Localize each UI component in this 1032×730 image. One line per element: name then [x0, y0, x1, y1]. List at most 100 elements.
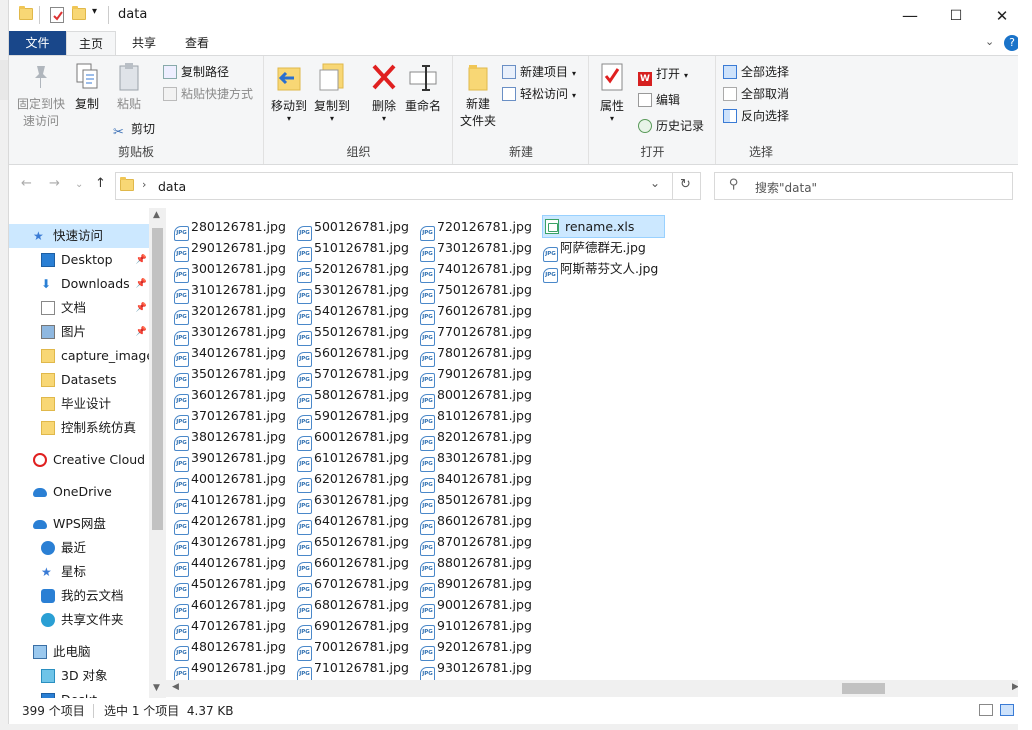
tab-share[interactable]: 共享: [121, 31, 167, 55]
file-item[interactable]: JPG 700126781.jpg: [297, 636, 409, 661]
file-item[interactable]: JPG 690126781.jpg: [297, 615, 409, 640]
sidebar-item[interactable]: ★ 快速访问: [9, 224, 149, 248]
tab-view[interactable]: 查看: [173, 31, 221, 55]
file-item[interactable]: JPG 阿斯蒂芬文人.jpg: [543, 258, 664, 283]
file-item[interactable]: JPG 530126781.jpg: [297, 279, 409, 304]
move-to-button[interactable]: 移动到 ▾: [269, 62, 309, 123]
cut-button[interactable]: ✂ 剪切: [113, 119, 155, 140]
properties-icon[interactable]: [50, 7, 64, 23]
forward-arrow-icon[interactable]: →: [49, 176, 60, 191]
copy-button[interactable]: 复制: [71, 62, 103, 113]
copy-to-button[interactable]: 复制到 ▾: [311, 62, 353, 123]
file-item[interactable]: JPG 720126781.jpg: [420, 216, 532, 241]
file-item[interactable]: JPG 310126781.jpg: [174, 279, 286, 304]
file-item[interactable]: JPG 560126781.jpg: [297, 342, 409, 367]
new-folder-quick-icon[interactable]: [72, 6, 86, 20]
file-item[interactable]: JPG 670126781.jpg: [297, 573, 409, 598]
easy-access-button[interactable]: 轻松访问 ▾: [502, 84, 576, 104]
search-input[interactable]: ⚲ 搜索"data": [714, 172, 1013, 200]
sidebar-item[interactable]: Datasets: [9, 368, 149, 392]
select-all-button[interactable]: 全部选择: [723, 62, 789, 82]
file-item[interactable]: JPG 350126781.jpg: [174, 363, 286, 388]
file-item[interactable]: JPG 820126781.jpg: [420, 426, 532, 451]
file-item[interactable]: JPG 880126781.jpg: [420, 552, 532, 577]
file-item[interactable]: JPG 410126781.jpg: [174, 489, 286, 514]
file-item[interactable]: JPG 730126781.jpg: [420, 237, 532, 262]
paste-button[interactable]: 粘贴: [113, 62, 145, 113]
new-folder-button[interactable]: 新建 文件夹: [458, 62, 498, 130]
sidebar-item[interactable]: 我的云文档: [9, 584, 149, 608]
nav-scrollbar[interactable]: ▲ ▼: [149, 208, 166, 698]
file-item[interactable]: JPG 800126781.jpg: [420, 384, 532, 409]
refresh-icon[interactable]: ↻: [680, 177, 691, 192]
new-item-button[interactable]: 新建项目 ▾: [502, 62, 576, 82]
file-item[interactable]: JPG 920126781.jpg: [420, 636, 532, 661]
file-item[interactable]: JPG 500126781.jpg: [297, 216, 409, 241]
back-arrow-icon[interactable]: ←: [21, 176, 32, 191]
file-item[interactable]: JPG 900126781.jpg: [420, 594, 532, 619]
file-item[interactable]: JPG 330126781.jpg: [174, 321, 286, 346]
file-item[interactable]: JPG 620126781.jpg: [297, 468, 409, 493]
select-none-button[interactable]: 全部取消: [723, 84, 789, 104]
sidebar-item[interactable]: Deskt: [9, 688, 149, 698]
file-item[interactable]: JPG 680126781.jpg: [297, 594, 409, 619]
file-item[interactable]: JPG 790126781.jpg: [420, 363, 532, 388]
file-item[interactable]: JPG 930126781.jpg: [420, 657, 532, 680]
file-item[interactable]: JPG 阿萨德群无.jpg: [543, 237, 664, 262]
file-item[interactable]: JPG 550126781.jpg: [297, 321, 409, 346]
chevron-down-icon[interactable]: ⌄: [650, 176, 660, 190]
file-item[interactable]: JPG 430126781.jpg: [174, 531, 286, 556]
properties-button[interactable]: 属性 ▾: [594, 62, 630, 123]
sidebar-item[interactable]: capture_image: [9, 344, 149, 368]
file-item[interactable]: JPG 610126781.jpg: [297, 447, 409, 472]
file-item[interactable]: JPG 360126781.jpg: [174, 384, 286, 409]
file-item[interactable]: JPG 660126781.jpg: [297, 552, 409, 577]
paste-shortcut-button[interactable]: 粘贴快捷方式: [163, 84, 253, 104]
file-item[interactable]: JPG 840126781.jpg: [420, 468, 532, 493]
file-item[interactable]: JPG 290126781.jpg: [174, 237, 286, 262]
file-item[interactable]: JPG 830126781.jpg: [420, 447, 532, 472]
sidebar-item[interactable]: Desktop 📌: [9, 248, 149, 272]
file-item[interactable]: JPG 280126781.jpg: [174, 216, 286, 241]
scroll-down-icon[interactable]: ▼: [153, 683, 160, 693]
sidebar-item[interactable]: ⬇ Downloads 📌: [9, 272, 149, 296]
file-item[interactable]: JPG 380126781.jpg: [174, 426, 286, 451]
file-item[interactable]: JPG 480126781.jpg: [174, 636, 286, 661]
pin-quick-access-button[interactable]: 固定到快 速访问: [13, 62, 69, 130]
chevron-down-icon[interactable]: ▾: [92, 6, 97, 17]
file-item[interactable]: JPG 780126781.jpg: [420, 342, 532, 367]
address-bar[interactable]: › data ⌄ ↻: [115, 172, 701, 200]
file-item[interactable]: JPG 460126781.jpg: [174, 594, 286, 619]
history-button[interactable]: 历史记录: [638, 116, 704, 136]
file-item[interactable]: rename.xls: [542, 215, 665, 238]
file-item[interactable]: JPG 590126781.jpg: [297, 405, 409, 430]
file-item[interactable]: JPG 810126781.jpg: [420, 405, 532, 430]
minimize-button[interactable]: —: [887, 0, 933, 31]
file-item[interactable]: JPG 540126781.jpg: [297, 300, 409, 325]
file-item[interactable]: JPG 320126781.jpg: [174, 300, 286, 325]
rename-button[interactable]: 重命名: [403, 62, 443, 115]
file-item[interactable]: JPG 570126781.jpg: [297, 363, 409, 388]
tab-file[interactable]: 文件: [9, 31, 66, 55]
up-arrow-icon[interactable]: ↑: [95, 176, 106, 191]
file-list-scrollbar[interactable]: ◀ ▶: [166, 680, 1025, 697]
file-item[interactable]: JPG 630126781.jpg: [297, 489, 409, 514]
file-item[interactable]: JPG 340126781.jpg: [174, 342, 286, 367]
file-item[interactable]: JPG 750126781.jpg: [420, 279, 532, 304]
file-item[interactable]: JPG 390126781.jpg: [174, 447, 286, 472]
file-item[interactable]: JPG 770126781.jpg: [420, 321, 532, 346]
file-item[interactable]: JPG 740126781.jpg: [420, 258, 532, 283]
delete-button[interactable]: 删除 ▾: [369, 62, 399, 123]
open-button[interactable]: W 打开 ▾: [638, 64, 688, 86]
file-item[interactable]: JPG 400126781.jpg: [174, 468, 286, 493]
file-item[interactable]: JPG 370126781.jpg: [174, 405, 286, 430]
file-item[interactable]: JPG 580126781.jpg: [297, 384, 409, 409]
file-item[interactable]: JPG 510126781.jpg: [297, 237, 409, 262]
file-item[interactable]: JPG 440126781.jpg: [174, 552, 286, 577]
scroll-left-icon[interactable]: ◀: [172, 682, 179, 692]
horizontal-scroll-thumb[interactable]: [842, 683, 885, 694]
edit-button[interactable]: 编辑: [638, 90, 680, 110]
sidebar-item[interactable]: 毕业设计: [9, 392, 149, 416]
maximize-button[interactable]: ☐: [933, 0, 979, 31]
sidebar-item[interactable]: 文档 📌: [9, 296, 149, 320]
